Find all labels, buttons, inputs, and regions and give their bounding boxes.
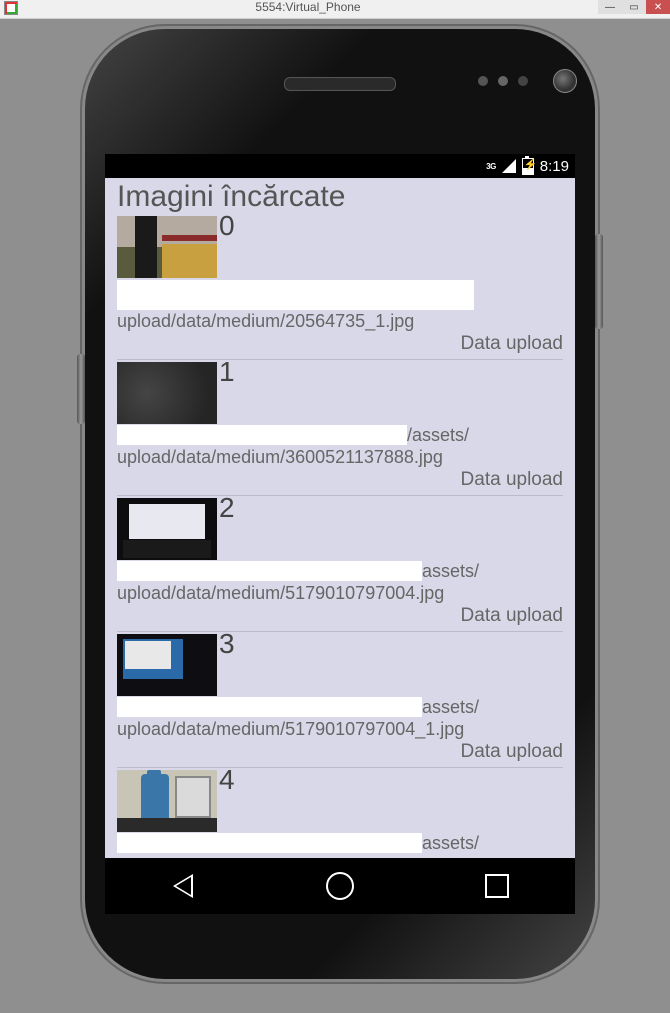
list-divider (117, 767, 563, 768)
list-item[interactable]: 2 assets/ upload/data/medium/51790107970… (117, 498, 563, 629)
list-item[interactable]: 1 /assets/ upload/data/medium/3600521137… (117, 362, 563, 493)
item-index: 3 (219, 630, 235, 658)
emulator-window-titlebar: 5554:Virtual_Phone — ▭ ✕ (0, 0, 670, 19)
list-divider (117, 495, 563, 496)
emulator-window-title: 5554:Virtual_Phone (255, 0, 360, 14)
phone-power-button[interactable] (595, 234, 603, 329)
item-path: upload/data/medium/20564735_1.jpg (117, 310, 563, 333)
android-status-bar[interactable]: 3G ⚡ 8:19 (105, 154, 575, 178)
window-maximize-button[interactable]: ▭ (622, 0, 646, 14)
thumbnail-image (117, 216, 217, 278)
recent-apps-icon (485, 874, 509, 898)
phone-screen: 3G ⚡ 8:19 Imagini încărcate (105, 154, 575, 914)
list-item[interactable]: 4 assets/ (117, 770, 563, 857)
nav-recent-button[interactable] (482, 871, 512, 901)
window-minimize-button[interactable]: — (598, 0, 622, 14)
thumbnail-image (117, 362, 217, 424)
item-index: 2 (219, 494, 235, 522)
item-upload-label: Data upload (117, 741, 563, 763)
item-upload-label: Data upload (117, 605, 563, 627)
thumbnail-image (117, 634, 217, 696)
nav-back-button[interactable] (168, 871, 198, 901)
thumbnail-image (117, 770, 217, 832)
item-index: 4 (219, 766, 235, 794)
back-icon (173, 874, 193, 898)
phone-frame: 3G ⚡ 8:19 Imagini încărcate (85, 29, 595, 979)
item-path: assets/ upload/data/medium/5179010797004… (117, 696, 563, 741)
item-index: 1 (219, 358, 235, 386)
home-icon (326, 872, 354, 900)
signal-strength-icon (502, 159, 516, 173)
list-divider (117, 631, 563, 632)
page-title: Imagini încărcate (117, 180, 563, 214)
phone-sensor-icon (518, 76, 528, 86)
nav-home-button[interactable] (325, 871, 355, 901)
phone-sensor-icon (478, 76, 488, 86)
app-viewport[interactable]: Imagini încărcate 0 upload/data/medium/2… (105, 178, 575, 878)
emulator-app-icon (4, 1, 18, 15)
thumbnail-image (117, 498, 217, 560)
item-upload-label: Data upload (117, 333, 563, 355)
android-nav-bar (105, 858, 575, 914)
phone-earpiece (284, 77, 396, 91)
list-item[interactable]: 0 upload/data/medium/20564735_1.jpg Data… (117, 216, 563, 357)
item-upload-label: Data upload (117, 469, 563, 491)
window-close-button[interactable]: ✕ (646, 0, 670, 14)
phone-front-camera-icon (553, 69, 577, 93)
phone-sensor-icon (498, 76, 508, 86)
item-index: 0 (219, 212, 235, 240)
battery-icon: ⚡ (522, 158, 534, 175)
item-path: assets/ (117, 832, 563, 855)
list-divider (117, 359, 563, 360)
item-path: assets/ upload/data/medium/5179010797004… (117, 560, 563, 605)
network-type-icon: 3G (486, 162, 496, 171)
status-clock: 8:19 (540, 158, 569, 175)
phone-volume-button[interactable] (77, 354, 85, 424)
emulator-background: 3G ⚡ 8:19 Imagini încărcate (0, 19, 670, 1013)
list-item[interactable]: 3 assets/ upload/data/medium/51790107970… (117, 634, 563, 765)
item-path: /assets/ upload/data/medium/360052113788… (117, 424, 563, 469)
